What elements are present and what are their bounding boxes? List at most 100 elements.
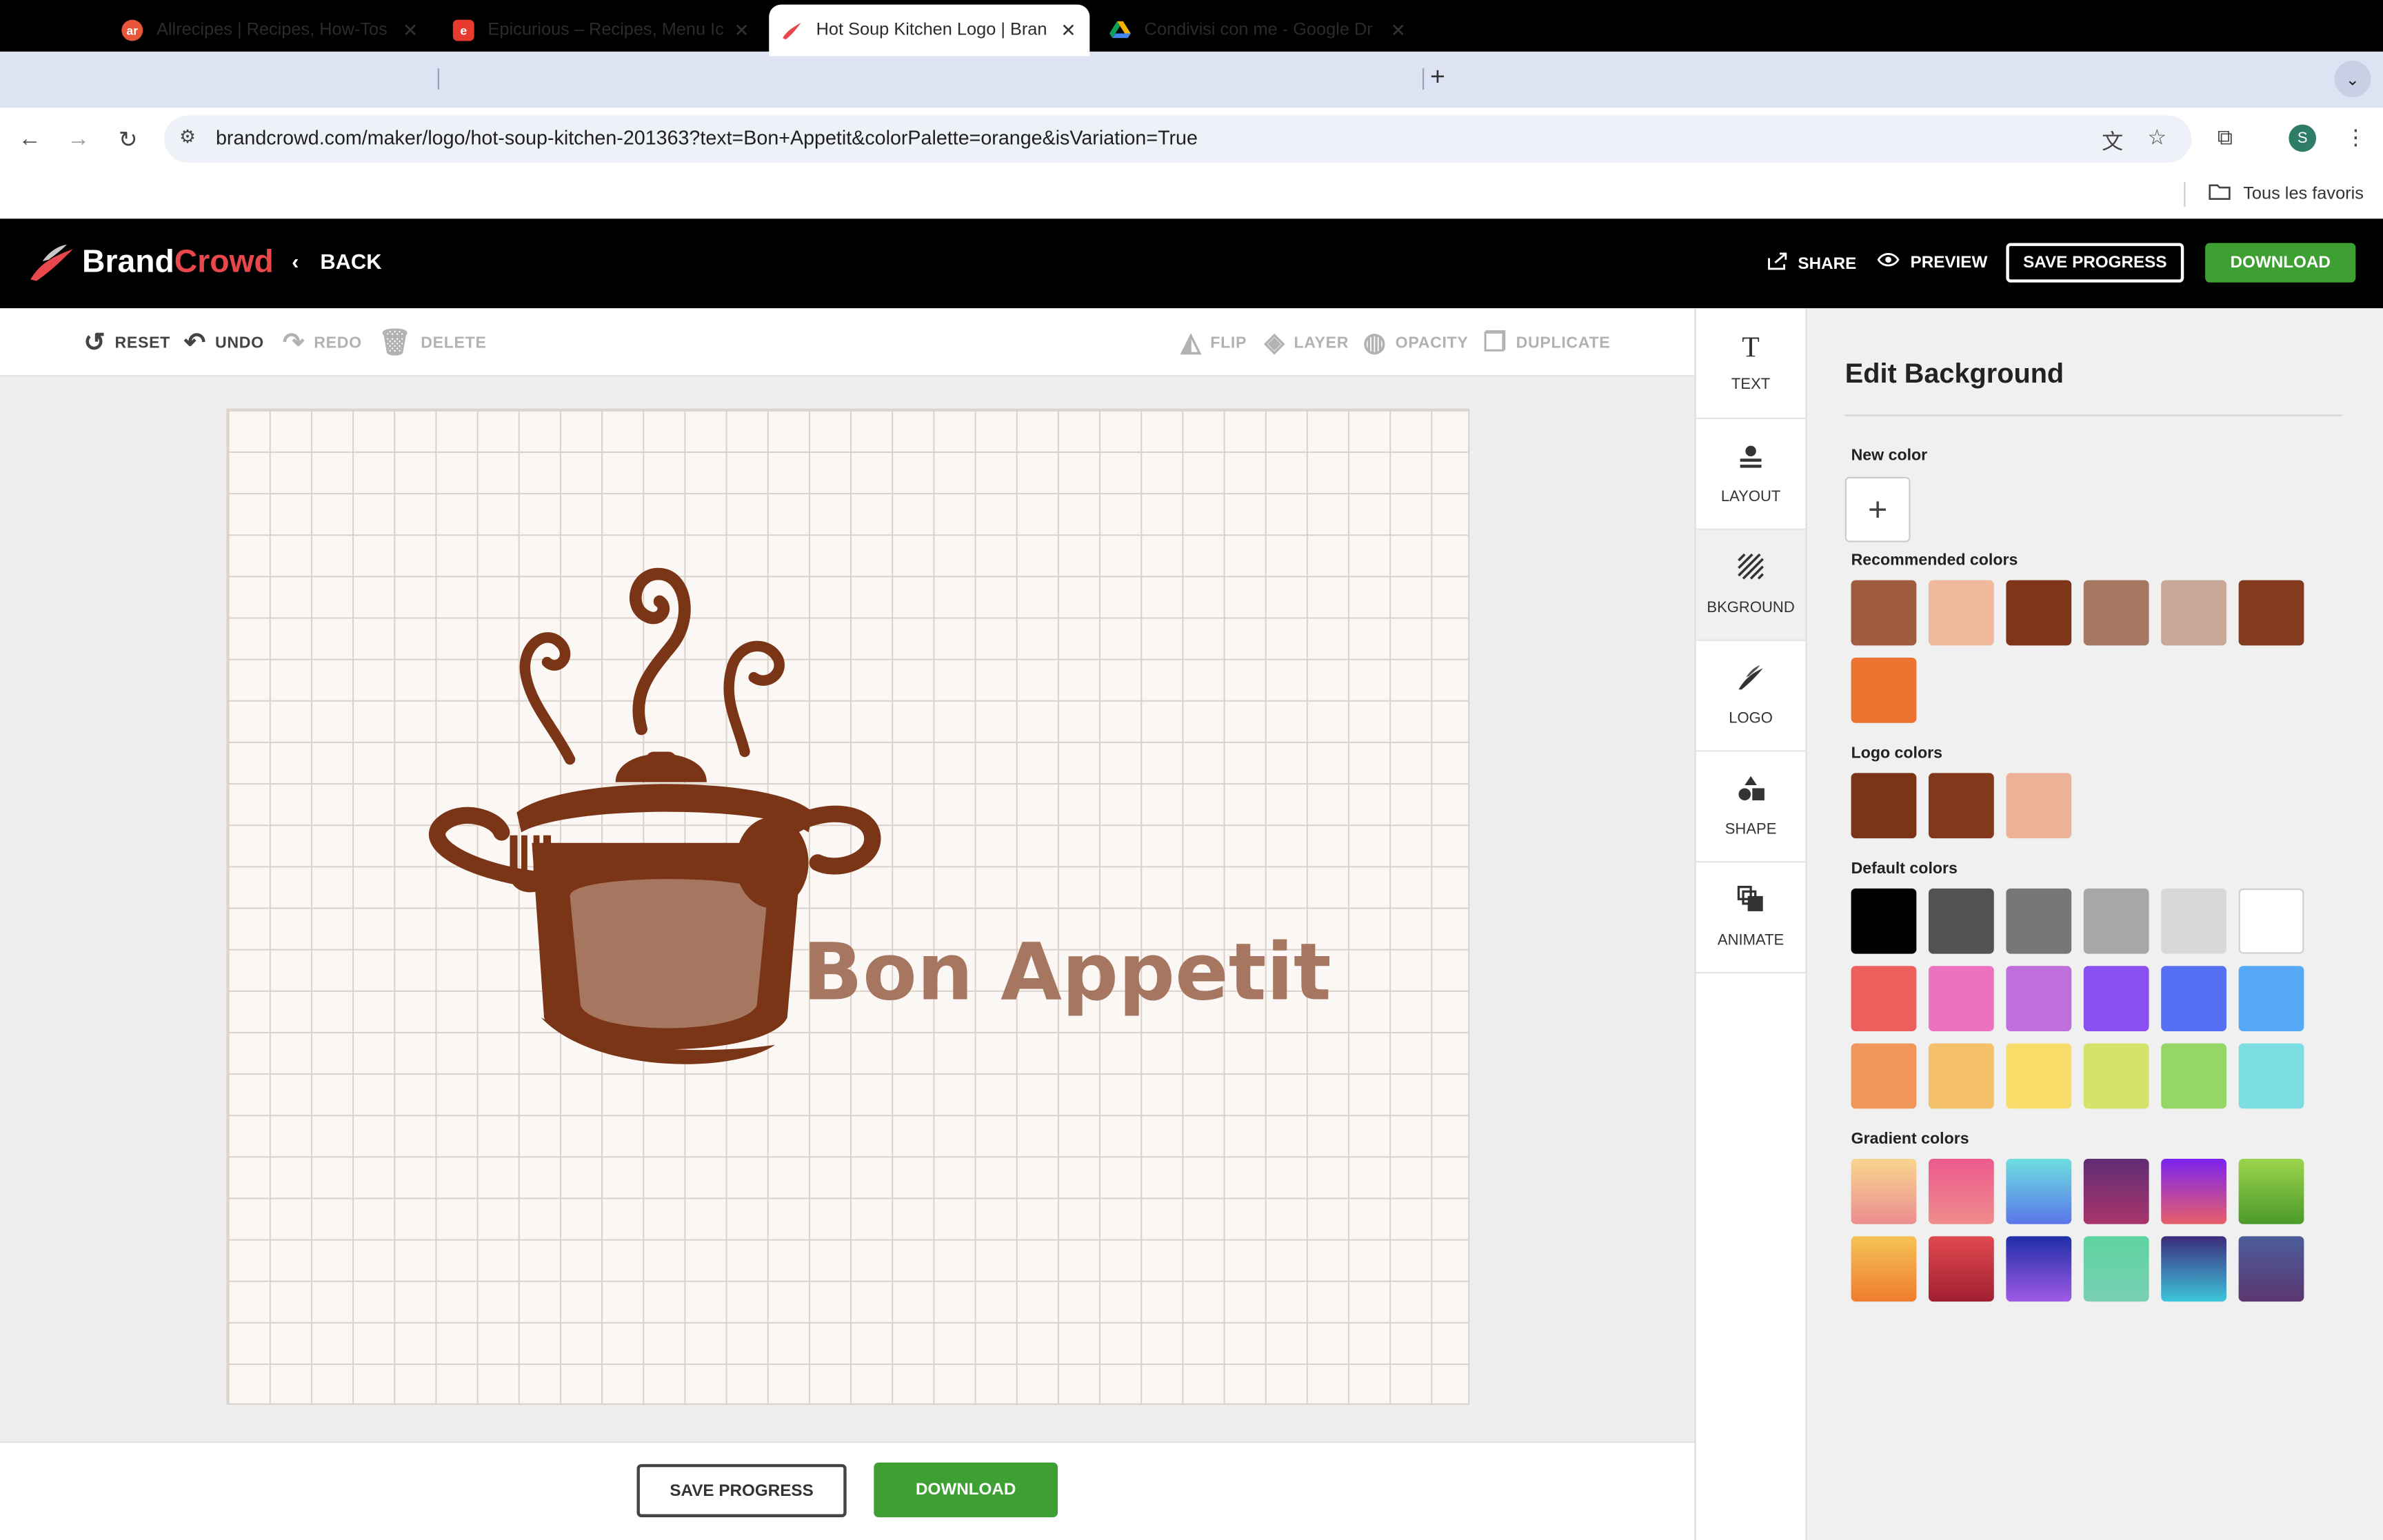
- tab-title: Condivisi con me - Google Dr: [1144, 21, 1373, 40]
- tab-epicurious[interactable]: e Epicurious – Recipes, Menu Ic ✕: [441, 5, 763, 57]
- profile-avatar[interactable]: S: [2289, 124, 2317, 152]
- gradient-color-swatch[interactable]: [1851, 1159, 1917, 1224]
- close-tab-icon[interactable]: ✕: [1059, 20, 1077, 41]
- tab-allrecipes[interactable]: ar Allrecipes | Recipes, How-Tos ✕: [110, 5, 432, 57]
- brandcrowd-logo[interactable]: Brand Crowd: [28, 243, 274, 283]
- default-color-swatch[interactable]: [2083, 1043, 2149, 1109]
- side-tab-logo[interactable]: LOGO: [1696, 641, 1806, 752]
- recommended-color-swatch[interactable]: [2006, 580, 2072, 646]
- default-color-swatch[interactable]: [1851, 1043, 1917, 1109]
- gradient-color-swatch[interactable]: [2006, 1236, 2072, 1302]
- tab-google-drive[interactable]: Condivisi con me - Google Dr ✕: [1097, 5, 1419, 57]
- side-tab-shape[interactable]: SHAPE: [1696, 752, 1806, 863]
- recommended-color-swatch[interactable]: [1851, 657, 1917, 723]
- preview-button[interactable]: PREVIEW: [1877, 252, 1987, 272]
- brandcrowd-bird-icon: [30, 244, 73, 281]
- tab-search-button[interactable]: ⌄: [2334, 61, 2371, 98]
- logo-icon: [1737, 664, 1764, 700]
- default-color-swatch[interactable]: [2083, 966, 2149, 1031]
- gradient-color-swatch[interactable]: [1928, 1159, 1994, 1224]
- default-color-swatch[interactable]: [2161, 888, 2226, 954]
- side-tab-animate[interactable]: ANIMATE: [1696, 862, 1806, 974]
- bottom-save-progress-button[interactable]: SAVE PROGRESS: [636, 1463, 847, 1517]
- recommended-color-swatch[interactable]: [2238, 580, 2304, 646]
- default-color-swatch[interactable]: [2006, 966, 2072, 1031]
- undo-button[interactable]: ↶ UNDO: [184, 328, 264, 358]
- bookmark-star-icon[interactable]: ☆: [2147, 125, 2166, 150]
- download-button[interactable]: DOWNLOAD: [2205, 243, 2356, 283]
- add-color-button[interactable]: +: [1844, 476, 1911, 543]
- chevron-down-icon: ⌄: [2345, 70, 2360, 89]
- recommended-color-swatch[interactable]: [2161, 580, 2226, 646]
- tab-strip: [0, 51, 2383, 108]
- default-color-swatch[interactable]: [1928, 888, 1994, 954]
- opacity-button[interactable]: ◍ OPACITY: [1363, 328, 1468, 358]
- reset-button[interactable]: ↺ RESET: [83, 328, 170, 358]
- side-tab-label: ANIMATE: [1717, 932, 1784, 949]
- default-color-swatch[interactable]: [1928, 1043, 1994, 1109]
- default-color-swatch[interactable]: [2006, 888, 2072, 954]
- default-color-swatch[interactable]: [2083, 888, 2149, 954]
- logo-color-swatch[interactable]: [1851, 773, 1917, 839]
- translate-icon[interactable]: 文: [2102, 126, 2123, 156]
- gradient-color-swatch[interactable]: [2006, 1159, 2072, 1224]
- default-color-swatch[interactable]: [1928, 966, 1994, 1031]
- gradient-color-swatch[interactable]: [1851, 1236, 1917, 1302]
- all-bookmarks-folder[interactable]: Tous les favoris: [2209, 182, 2364, 205]
- reload-icon[interactable]: ↻: [119, 126, 138, 153]
- preview-label: PREVIEW: [1910, 252, 1988, 272]
- back-label: BACK: [320, 249, 382, 274]
- tab-brandcrowd[interactable]: Hot Soup Kitchen Logo | Bran ✕: [769, 4, 1090, 57]
- gradient-color-swatch[interactable]: [2083, 1159, 2149, 1224]
- recommended-color-swatch[interactable]: [2083, 580, 2149, 646]
- side-tab-background[interactable]: BKGROUND: [1696, 529, 1806, 641]
- share-icon: [1767, 252, 1787, 275]
- url-text[interactable]: brandcrowd.com/maker/logo/hot-soup-kitch…: [216, 126, 1198, 149]
- folder-icon: [2209, 182, 2231, 205]
- default-color-swatch[interactable]: [2238, 966, 2304, 1031]
- gradient-color-swatch[interactable]: [2161, 1236, 2226, 1302]
- recommended-color-swatch[interactable]: [1928, 580, 1994, 646]
- side-tab-text[interactable]: T TEXT: [1696, 308, 1806, 420]
- side-tab-layout[interactable]: LAYOUT: [1696, 419, 1806, 530]
- back-button[interactable]: ‹ BACK: [292, 249, 381, 273]
- back-arrow-icon[interactable]: ←: [18, 126, 41, 152]
- default-color-swatch[interactable]: [2161, 1043, 2226, 1109]
- redo-button[interactable]: ↷ REDO: [283, 328, 362, 358]
- extensions-icon[interactable]: ⧉: [2218, 125, 2233, 150]
- bottom-download-button[interactable]: DOWNLOAD: [874, 1462, 1058, 1517]
- close-tab-icon[interactable]: ✕: [732, 20, 750, 41]
- folder-label: Tous les favoris: [2243, 184, 2364, 203]
- forward-arrow-icon[interactable]: →: [67, 126, 90, 152]
- duplicate-button[interactable]: ❐ DUPLICATE: [1483, 328, 1610, 358]
- gradient-color-swatch[interactable]: [2238, 1236, 2304, 1302]
- address-bar[interactable]: ⚙ brandcrowd.com/maker/logo/hot-soup-kit…: [164, 115, 2192, 163]
- gradient-color-swatch[interactable]: [2161, 1159, 2226, 1224]
- close-tab-icon[interactable]: ✕: [401, 20, 419, 41]
- share-button[interactable]: SHARE: [1767, 252, 1856, 275]
- delete-button[interactable]: 🗑 DELETE: [379, 328, 487, 358]
- default-color-swatch[interactable]: [2238, 888, 2304, 954]
- site-settings-icon[interactable]: ⚙: [179, 126, 196, 148]
- default-color-swatch[interactable]: [2161, 966, 2226, 1031]
- default-color-swatch[interactable]: [1851, 888, 1917, 954]
- default-color-swatch[interactable]: [2006, 1043, 2072, 1109]
- close-tab-icon[interactable]: ✕: [1389, 20, 1407, 41]
- default-color-swatch[interactable]: [1851, 966, 1917, 1031]
- logo-text[interactable]: Bon Appetit: [803, 927, 1331, 1019]
- new-tab-button[interactable]: +: [1430, 62, 1445, 92]
- default-color-swatch[interactable]: [2238, 1043, 2304, 1109]
- logo-color-swatch[interactable]: [1928, 773, 1994, 839]
- gradient-color-swatch[interactable]: [1928, 1236, 1994, 1302]
- flip-button[interactable]: ◭ FLIP: [1181, 328, 1247, 358]
- gradient-color-swatch[interactable]: [2238, 1159, 2304, 1224]
- gradient-color-swatch[interactable]: [2083, 1236, 2149, 1302]
- browser-menu-icon[interactable]: ⋮: [2345, 125, 2366, 150]
- layer-button[interactable]: ◈ LAYER: [1265, 328, 1349, 358]
- side-tab-label: TEXT: [1731, 376, 1771, 394]
- logo-artwork[interactable]: Bon Appetit: [425, 562, 1331, 1078]
- gradient-colors-label: Gradient colors: [1851, 1130, 1969, 1148]
- recommended-color-swatch[interactable]: [1851, 580, 1917, 646]
- save-progress-button[interactable]: SAVE PROGRESS: [2006, 243, 2184, 283]
- logo-color-swatch[interactable]: [2006, 773, 2072, 839]
